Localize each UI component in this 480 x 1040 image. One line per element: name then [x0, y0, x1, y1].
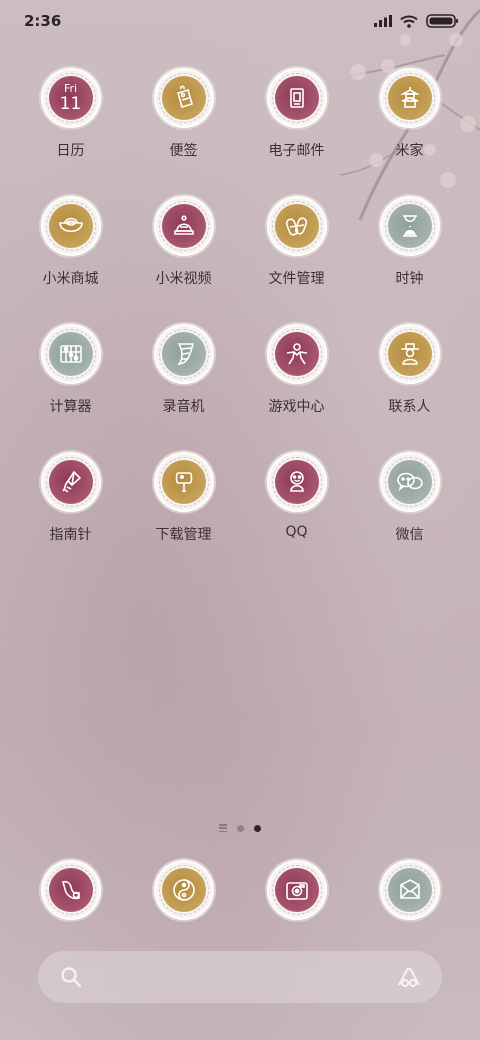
app-label: 小米商城 [42, 271, 99, 287]
envelope-icon [387, 868, 432, 912]
app-recorder[interactable]: 录音机 [127, 324, 240, 417]
app-wechat[interactable]: 微信 [353, 452, 466, 545]
app-badge [153, 324, 214, 384]
app-badge [379, 324, 440, 384]
app-grid: Fri 11 日历 便签 电子邮件 米家 小米商城 小米视频 文件管理 时钟 计… [14, 68, 466, 545]
fan-icon [161, 460, 206, 504]
app-label: 电子邮件 [268, 143, 325, 159]
app-badge [153, 68, 214, 128]
scholar-icon [387, 332, 432, 376]
search-bar[interactable] [38, 951, 442, 1003]
app-badge [266, 68, 327, 128]
pagoda-icon [387, 76, 432, 120]
app-clock[interactable]: 时钟 [353, 196, 466, 289]
app-file-manager[interactable]: 文件管理 [240, 196, 353, 289]
app-contacts[interactable]: 联系人 [353, 324, 466, 417]
app-calculator[interactable]: 计算器 [14, 324, 127, 417]
app-mi-video[interactable]: 小米视频 [127, 196, 240, 289]
page-dot-active [254, 824, 261, 832]
app-label: 文件管理 [268, 271, 325, 287]
app-label: 小米视频 [155, 271, 212, 287]
kite-icon [48, 460, 93, 504]
app-badge [153, 196, 214, 256]
app-label: 指南针 [49, 527, 92, 543]
wifi-icon [400, 15, 418, 28]
app-email[interactable]: 电子邮件 [240, 68, 353, 161]
app-label: 游戏中心 [268, 399, 325, 415]
dock-phone[interactable] [14, 860, 127, 922]
mail-scroll-icon [274, 76, 319, 120]
app-badge [379, 452, 440, 512]
app-qq[interactable]: QQ [240, 452, 353, 545]
app-downloads[interactable]: 下载管理 [127, 452, 240, 545]
app-label: 下载管理 [155, 527, 212, 543]
dock-messages[interactable] [353, 860, 466, 922]
app-badge: Fri 11 [40, 68, 101, 128]
status-icons [374, 14, 458, 28]
app-mijia[interactable]: 米家 [353, 68, 466, 161]
app-label: 米家 [395, 143, 424, 159]
phone-horn-icon [48, 868, 93, 912]
dock-yin-yang[interactable] [127, 860, 240, 922]
app-badge [266, 452, 327, 512]
app-label: 便签 [169, 143, 198, 159]
assistant-icon[interactable] [396, 966, 422, 988]
scroll-bundle-icon [274, 204, 319, 248]
app-badge [40, 860, 101, 920]
abacus-icon [48, 332, 93, 376]
camera-icon [274, 868, 319, 912]
app-badge [379, 196, 440, 256]
app-label: 联系人 [388, 399, 431, 415]
horn-icon [161, 332, 206, 376]
app-mi-store[interactable]: 小米商城 [14, 196, 127, 289]
signal-icon [374, 15, 392, 27]
app-badge [379, 860, 440, 920]
app-badge [379, 68, 440, 128]
app-notes[interactable]: 便签 [127, 68, 240, 161]
note-tag-icon [161, 76, 206, 120]
app-badge [40, 324, 101, 384]
app-badge [153, 452, 214, 512]
app-label: QQ [285, 524, 308, 540]
dock [14, 860, 466, 922]
app-label: 微信 [395, 527, 424, 543]
page-menu-icon [219, 824, 227, 832]
yin-yang-icon [161, 868, 206, 912]
chat-bubbles-icon [387, 460, 432, 504]
app-badge [266, 860, 327, 920]
app-label: 计算器 [49, 399, 92, 415]
figure-icon [274, 332, 319, 376]
status-bar: 2:36 [0, 0, 480, 42]
app-compass[interactable]: 指南针 [14, 452, 127, 545]
app-badge [266, 196, 327, 256]
app-badge [153, 860, 214, 920]
app-calendar[interactable]: Fri 11 日历 [14, 68, 127, 161]
bell-hat-icon [161, 204, 206, 248]
dock-camera[interactable] [240, 860, 353, 922]
app-label: 日历 [56, 143, 85, 159]
app-game-center[interactable]: 游戏中心 [240, 324, 353, 417]
app-badge [266, 324, 327, 384]
calendar-icon: Fri 11 [48, 76, 93, 120]
app-badge [40, 452, 101, 512]
page-indicator[interactable] [0, 824, 480, 832]
hourglass-icon [387, 204, 432, 248]
app-badge [40, 196, 101, 256]
search-icon[interactable] [60, 966, 82, 988]
app-label: 时钟 [395, 271, 424, 287]
app-label: 录音机 [162, 399, 205, 415]
doll-icon [274, 460, 319, 504]
page-dot [237, 824, 244, 832]
status-time: 2:36 [24, 12, 62, 30]
calendar-date: 11 [59, 94, 82, 114]
gold-ingot-icon [48, 204, 93, 248]
battery-icon [426, 14, 458, 28]
